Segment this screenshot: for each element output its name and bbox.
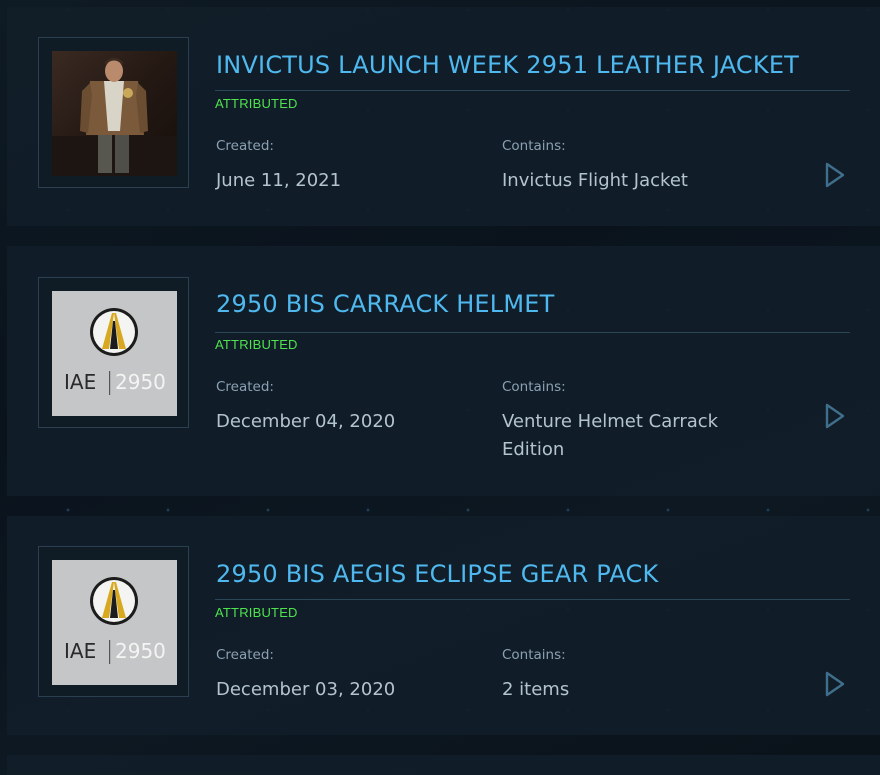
- status-badge: ATTRIBUTED: [215, 605, 298, 620]
- created-value: December 03, 2020: [216, 679, 396, 700]
- pledge-card[interactable]: [7, 755, 880, 775]
- pledge-card[interactable]: INVICTUS LAUNCH WEEK 2951 LEATHER JACKET…: [7, 7, 880, 226]
- expand-arrow-icon[interactable]: [823, 670, 847, 698]
- expand-arrow-icon[interactable]: [823, 402, 847, 430]
- contains-label: Contains:: [502, 138, 566, 154]
- logo-text-year: 2950: [115, 639, 166, 663]
- pledge-title[interactable]: INVICTUS LAUNCH WEEK 2951 LEATHER JACKET: [216, 51, 799, 79]
- pledge-card[interactable]: IAE 2950 2950 BIS CARRACK HELMET ATTRIBU…: [7, 246, 880, 496]
- iae-logo-image: IAE 2950: [52, 291, 177, 416]
- expand-arrow-icon[interactable]: [823, 161, 847, 189]
- logo-text-year: 2950: [115, 370, 166, 394]
- iae-logo-image: IAE 2950: [52, 560, 177, 685]
- contains-value: 2 items: [502, 679, 570, 700]
- contains-label: Contains:: [502, 379, 566, 395]
- pledge-title[interactable]: 2950 BIS AEGIS ECLIPSE GEAR PACK: [216, 560, 658, 588]
- pledge-title[interactable]: 2950 BIS CARRACK HELMET: [216, 290, 555, 318]
- title-divider: [215, 332, 850, 333]
- pledge-card[interactable]: IAE 2950 2950 BIS AEGIS ECLIPSE GEAR PAC…: [7, 516, 880, 735]
- contains-value: Invictus Flight Jacket: [502, 170, 688, 191]
- contains-value-line1: Venture Helmet Carrack: [502, 411, 719, 432]
- character-jacket-image: [52, 51, 177, 176]
- pledge-thumbnail-frame: [38, 37, 189, 188]
- contains-value-line2: Edition: [502, 439, 565, 460]
- status-badge: ATTRIBUTED: [215, 96, 298, 111]
- title-divider: [215, 599, 850, 600]
- logo-text-iae: IAE: [64, 370, 96, 394]
- created-label: Created:: [216, 647, 274, 663]
- created-value: June 11, 2021: [216, 170, 342, 191]
- logo-text-iae: IAE: [64, 639, 96, 663]
- created-value: December 04, 2020: [216, 411, 396, 432]
- created-label: Created:: [216, 379, 274, 395]
- pledge-thumbnail-frame: IAE 2950: [38, 546, 189, 697]
- created-label: Created:: [216, 138, 274, 154]
- status-badge: ATTRIBUTED: [215, 337, 298, 352]
- title-divider: [215, 90, 850, 91]
- pledge-thumbnail-frame: IAE 2950: [38, 277, 189, 428]
- contains-label: Contains:: [502, 647, 566, 663]
